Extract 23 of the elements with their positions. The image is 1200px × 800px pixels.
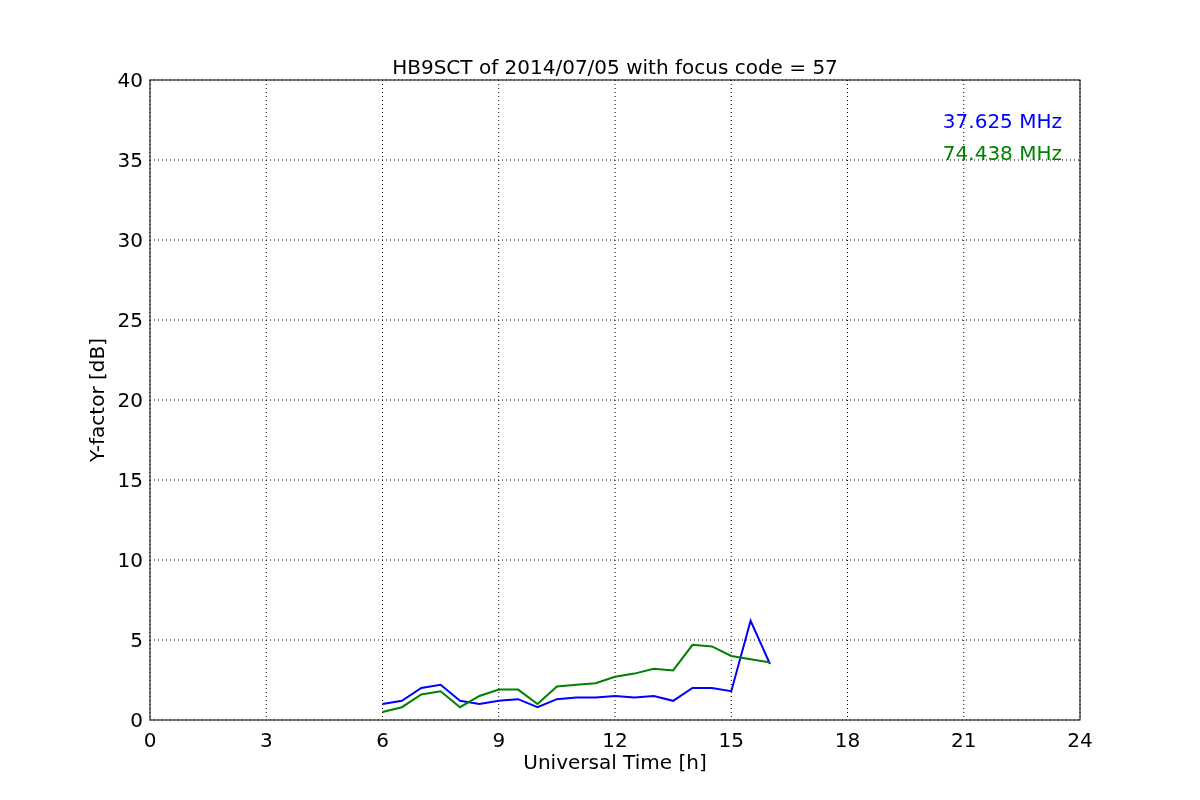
- axis-label: Universal Time [h]: [523, 750, 707, 774]
- tick-label: 21: [951, 728, 977, 752]
- tick-label: 10: [117, 548, 143, 572]
- tick-label: 20: [117, 388, 143, 412]
- tick-label: 35: [117, 148, 143, 172]
- tick-label: 9: [492, 728, 506, 752]
- tick-label: 24: [1067, 728, 1093, 752]
- tick-label: 18: [834, 728, 861, 752]
- tick-label: 0: [143, 728, 157, 752]
- tick-label: 25: [117, 308, 143, 332]
- tick-label: 15: [117, 468, 143, 492]
- tick-label: 30: [117, 228, 143, 252]
- tick-label: 40: [117, 68, 143, 92]
- axis-label: Y-factor [dB]: [85, 338, 109, 462]
- legend-label: 37.625 MHz: [942, 109, 1062, 133]
- legend-label: 74.438 MHz: [942, 141, 1062, 165]
- tick-label: 15: [718, 728, 744, 752]
- chart-title: HB9SCT of 2014/07/05 with focus code = 57: [392, 55, 838, 79]
- tick-label: 12: [602, 728, 628, 752]
- tick-label: 5: [130, 628, 143, 652]
- tick-label: 3: [259, 728, 273, 752]
- tick-label: 0: [130, 708, 143, 732]
- tick-label: 6: [376, 728, 389, 752]
